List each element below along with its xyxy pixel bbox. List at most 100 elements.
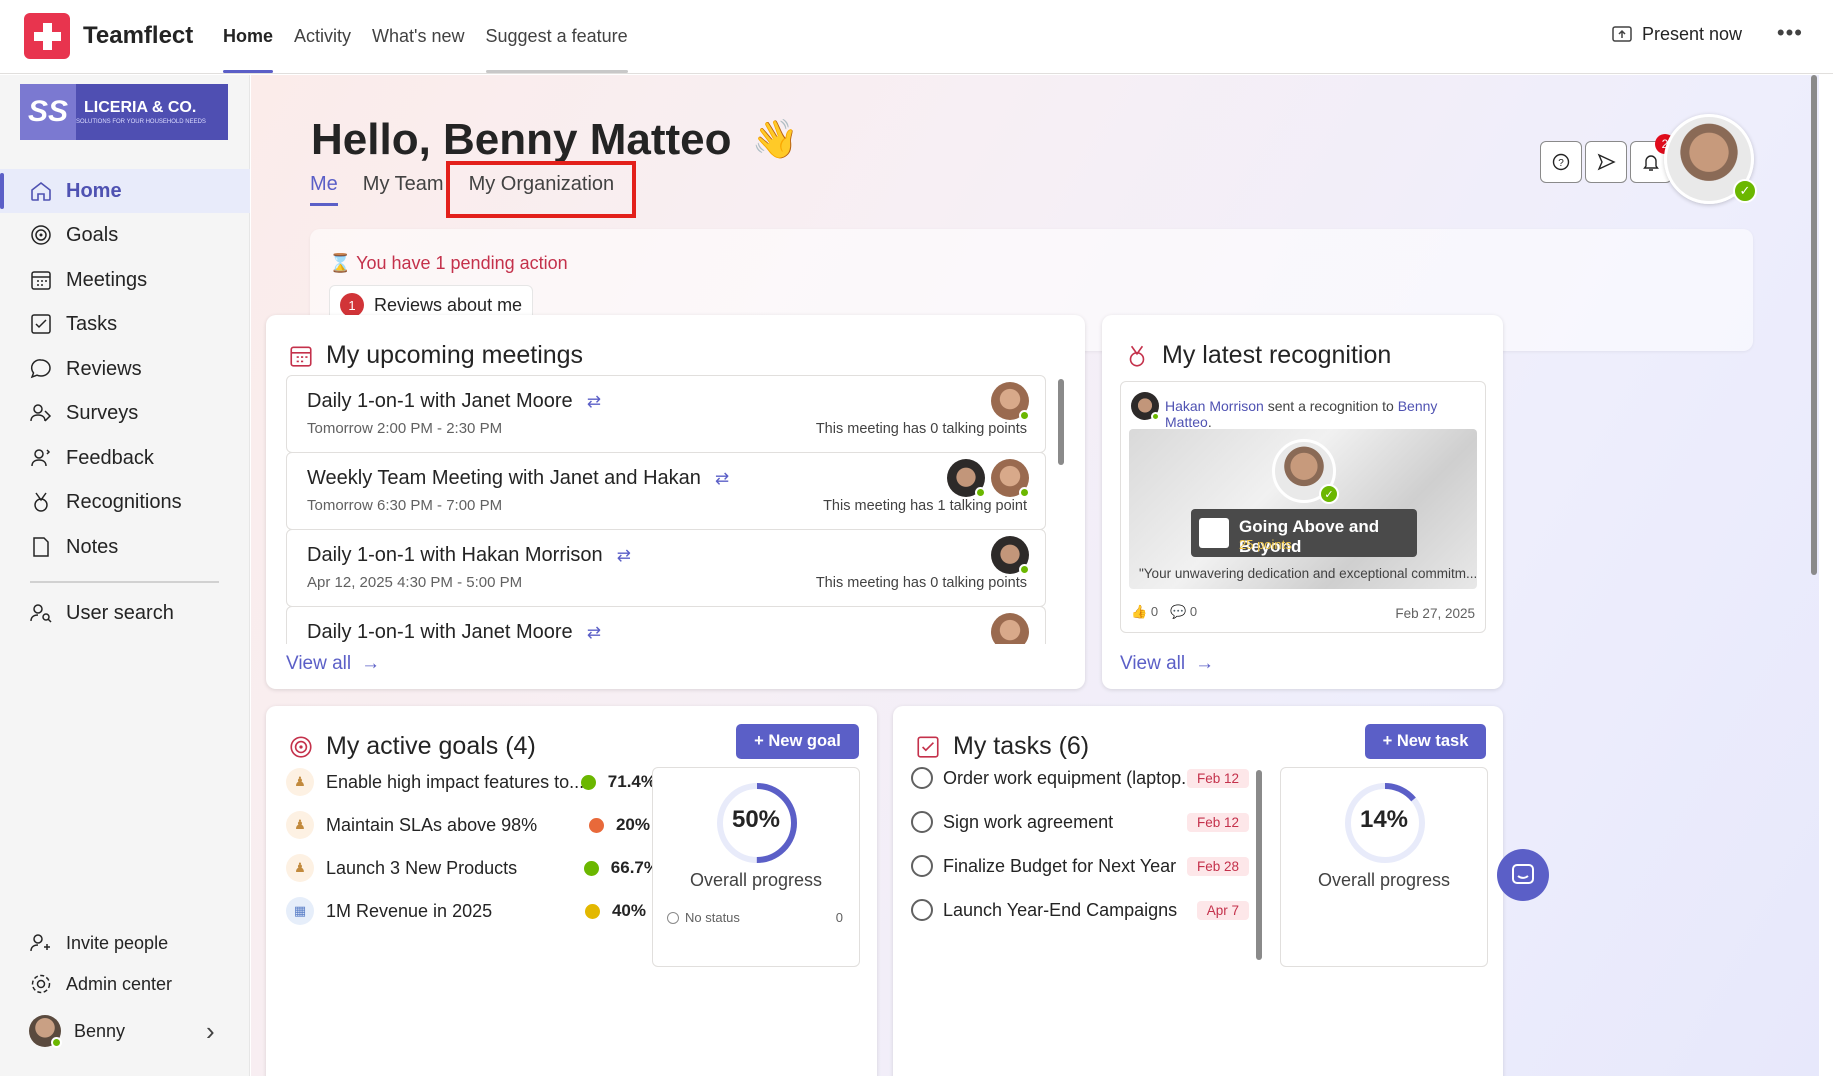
recognition-view-all-link[interactable]: View all →: [1120, 653, 1214, 675]
avatar: [991, 382, 1030, 421]
chat-support-button[interactable]: [1497, 849, 1549, 901]
calendar-icon: [290, 346, 312, 367]
goal-percent: 20%: [615, 815, 650, 834]
sidebar-item-meetings[interactable]: Meetings: [0, 258, 250, 302]
comment-count: 0: [1189, 604, 1198, 619]
meetings-scrollbar[interactable]: [1058, 379, 1064, 465]
like-button[interactable]: 👍 0: [1131, 604, 1158, 620]
task-checkbox[interactable]: [911, 855, 933, 877]
like-count: 0: [1150, 604, 1159, 619]
nav-whats-new[interactable]: What's new: [372, 0, 464, 74]
goal-item[interactable]: ♟ Enable high impact features to... 71.4…: [286, 764, 656, 800]
meeting-item[interactable]: Daily 1-on-1 with Janet Moore ⇄: [286, 606, 1046, 644]
highlight-box: [446, 161, 636, 218]
goal-percent: 71.4%: [607, 772, 656, 791]
tasks-card-title: My tasks (6): [915, 732, 1089, 761]
meeting-title: Daily 1-on-1 with Hakan Morrison: [307, 544, 603, 566]
more-options-icon[interactable]: •••: [1777, 20, 1803, 46]
recurring-icon: ⇄: [586, 622, 601, 642]
tab-me[interactable]: Me: [310, 173, 338, 206]
meeting-time: Tomorrow 2:00 PM - 2:30 PM: [307, 420, 503, 437]
meeting-title: Daily 1-on-1 with Janet Moore: [307, 390, 573, 412]
goal-name: Launch 3 New Products: [326, 857, 518, 878]
admin-center-button[interactable]: Admin center: [0, 966, 250, 1002]
arrow-right-icon: →: [1195, 653, 1215, 674]
status-legend: No status: [667, 910, 740, 925]
calendar-icon: [31, 271, 51, 290]
avatar: ✓: [1272, 439, 1339, 504]
nav-suggest-feature[interactable]: Suggest a feature: [485, 0, 628, 74]
task-checkbox[interactable]: [911, 811, 933, 833]
latest-recognition-card: My latest recognition Hakan Morrison sen…: [1102, 315, 1503, 689]
sidebar-item-reviews[interactable]: Reviews: [0, 347, 250, 391]
sidebar-item-goals[interactable]: Goals: [0, 213, 250, 257]
app-name: Teamflect: [83, 22, 194, 49]
task-name: Sign work agreement: [943, 811, 1114, 832]
task-name: Launch Year-End Campaigns: [943, 899, 1178, 920]
goal-name: Maintain SLAs above 98%: [326, 814, 538, 835]
overall-progress-label: Overall progress: [689, 870, 823, 890]
meeting-time: Tomorrow 6:30 PM - 7:00 PM: [307, 497, 503, 514]
goal-item[interactable]: ♟ Maintain SLAs above 98% 20%: [286, 807, 656, 843]
help-glyph: ?: [1558, 158, 1564, 169]
recognition-end: .: [1207, 414, 1212, 430]
sidebar-item-user-search[interactable]: User search: [0, 591, 250, 635]
talking-points-note: This meeting has 0 talking points: [815, 575, 1027, 591]
sidebar-item-feedback[interactable]: Feedback: [0, 436, 250, 480]
task-item[interactable]: Sign work agreement Feb 12: [911, 804, 1249, 840]
new-goal-button[interactable]: + New goal: [736, 724, 859, 759]
comment-button[interactable]: 💬 0: [1170, 604, 1197, 620]
sidebar-item-recognitions[interactable]: Recognitions: [0, 480, 250, 524]
sidebar-item-surveys[interactable]: Surveys: [0, 391, 250, 435]
invite-people-button[interactable]: Invite people: [0, 925, 250, 961]
online-status-icon: [1019, 487, 1030, 498]
new-task-button[interactable]: + New task: [1365, 724, 1486, 759]
task-item[interactable]: Order work equipment (laptop... Feb 12: [911, 760, 1249, 796]
org-initials: SS: [20, 84, 76, 140]
avatar: [991, 536, 1030, 575]
main-scrollbar[interactable]: [1811, 75, 1817, 575]
tasks-scrollbar[interactable]: [1256, 770, 1262, 960]
top-nav: Home Activity What's new Suggest a featu…: [223, 0, 628, 74]
status-label: No status: [685, 910, 740, 925]
pending-chip-label: Reviews about me: [374, 294, 523, 315]
goal-item[interactable]: ♟ Launch 3 New Products 66.7%: [286, 850, 659, 886]
nav-home[interactable]: Home: [223, 0, 274, 74]
sidebar-item-label: Recognitions: [66, 490, 182, 513]
send-button[interactable]: [1585, 141, 1627, 183]
meeting-item[interactable]: Weekly Team Meeting with Janet and Hakan…: [286, 452, 1046, 530]
person-search-icon: [30, 604, 52, 623]
avatar: [1131, 392, 1160, 421]
page-title: Hello, Benny Matteo 👋: [311, 115, 799, 165]
status-dot-icon: [588, 817, 604, 833]
task-item[interactable]: Launch Year-End Campaigns Apr 7: [911, 892, 1249, 928]
share-screen-icon: [1612, 25, 1632, 42]
tab-my-team[interactable]: My Team: [363, 173, 444, 202]
meeting-item[interactable]: Daily 1-on-1 with Hakan Morrison ⇄ Apr 12…: [286, 529, 1046, 607]
sidebar-item-notes[interactable]: Notes: [0, 525, 250, 569]
present-now-button[interactable]: Present now: [1612, 24, 1742, 45]
nav-activity[interactable]: Activity: [294, 0, 351, 74]
task-checkbox[interactable]: [911, 767, 933, 789]
due-date-badge: Feb 28: [1186, 856, 1249, 876]
meeting-item[interactable]: Daily 1-on-1 with Janet Moore ⇄ Tomorrow …: [286, 375, 1046, 453]
meetings-view-all-link[interactable]: View all →: [286, 653, 380, 675]
task-checkbox[interactable]: [911, 899, 933, 921]
my-tasks-card: My tasks (6) + New task Order work equip…: [893, 706, 1503, 1076]
recognition-item[interactable]: Hakan Morrison sent a recognition to Ben…: [1120, 381, 1486, 633]
profile-avatar[interactable]: ✓: [1664, 114, 1757, 204]
sidebar-item-tasks[interactable]: Tasks: [0, 302, 250, 346]
recurring-icon: ⇄: [714, 468, 730, 488]
sidebar-item-label: Tasks: [66, 312, 118, 335]
online-status-icon: [1019, 410, 1030, 421]
sidebar-item-home[interactable]: Home: [0, 169, 250, 213]
sender-name[interactable]: Hakan Morrison: [1165, 398, 1264, 414]
ribbon-icon: [34, 492, 48, 512]
arrow-right-icon: →: [361, 653, 381, 674]
task-item[interactable]: Finalize Budget for Next Year Feb 28: [911, 848, 1249, 884]
help-button[interactable]: ?: [1540, 141, 1582, 183]
user-profile-button[interactable]: Benny ›: [0, 1010, 250, 1052]
org-goal-icon: ▦: [286, 897, 314, 925]
meeting-time: Apr 12, 2025 4:30 PM - 5:00 PM: [307, 574, 523, 591]
goal-item[interactable]: ▦ 1M Revenue in 2025 40%: [286, 893, 656, 929]
